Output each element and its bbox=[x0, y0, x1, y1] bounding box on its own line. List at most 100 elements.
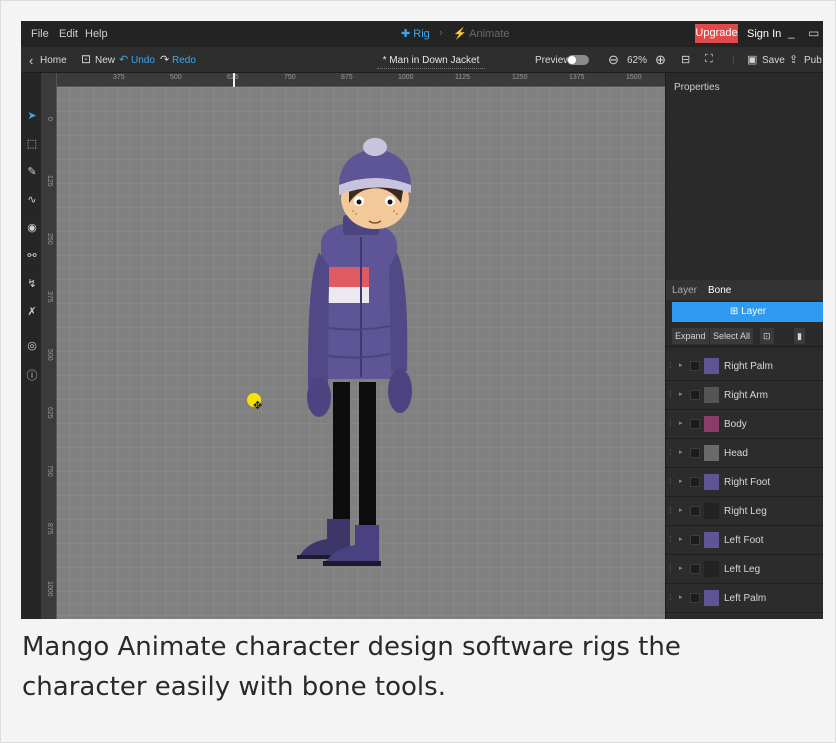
layer-row[interactable]: ⁞ ▸ Head bbox=[666, 439, 823, 468]
publish-icon: ⇪ bbox=[789, 54, 799, 66]
delete-pointer-icon[interactable]: ✗ bbox=[25, 305, 39, 319]
ruler-position-marker bbox=[233, 73, 235, 87]
expand-arrow-icon[interactable]: ▸ bbox=[679, 564, 683, 572]
ruler-top-label: 1000 bbox=[398, 74, 414, 81]
expand-arrow-icon[interactable]: ▸ bbox=[679, 535, 683, 543]
drag-handle-icon[interactable]: ⁞ bbox=[669, 361, 671, 370]
home-button[interactable]: Home bbox=[40, 55, 67, 66]
document-title[interactable]: * Man in Down Jacket bbox=[377, 55, 485, 69]
app-window: File Edit Help ✚ Rig › ⚡ Animate Upgrade… bbox=[21, 21, 823, 619]
stage-canvas[interactable]: ✥ bbox=[57, 87, 665, 619]
layer-row[interactable]: ⁞ ▸ Right Palm bbox=[666, 352, 823, 381]
drag-handle-icon[interactable]: ⁞ bbox=[669, 593, 671, 602]
redo-icon: ↷ bbox=[160, 54, 170, 66]
drag-handle-icon[interactable]: ⁞ bbox=[669, 390, 671, 399]
drag-handle-icon[interactable]: ⁞ bbox=[669, 564, 671, 573]
layer-row[interactable]: ⁞ ▸ Right Foot bbox=[666, 468, 823, 497]
drag-handle-icon[interactable]: ⁞ bbox=[669, 419, 671, 428]
menu-file[interactable]: File bbox=[31, 28, 49, 40]
select-all-button[interactable]: Select All bbox=[710, 328, 754, 344]
fullscreen-icon[interactable]: ⛶ bbox=[705, 53, 713, 66]
character-illustration[interactable] bbox=[57, 87, 665, 619]
layer-thumbnail bbox=[704, 561, 719, 577]
group-icon[interactable]: ⊡ bbox=[760, 328, 774, 344]
ruler-top-label: 1125 bbox=[455, 74, 471, 81]
right-panel: Properties Layer Bone ⊞ Layer Expand Sel… bbox=[665, 73, 823, 619]
expand-button[interactable]: Expand bbox=[672, 328, 709, 344]
left-arm[interactable] bbox=[389, 253, 408, 371]
layer-row[interactable]: ⁞ ▸ Body bbox=[666, 410, 823, 439]
ruler-left-label: 875 bbox=[46, 523, 53, 535]
layer-checkbox[interactable] bbox=[690, 535, 700, 545]
mode-animate[interactable]: ⚡ Animate bbox=[453, 27, 510, 40]
add-bone-icon[interactable]: ✎ bbox=[25, 165, 39, 179]
help-icon[interactable]: ⓘ bbox=[25, 367, 39, 382]
layer-checkbox[interactable] bbox=[690, 564, 700, 574]
toolbar-divider: | bbox=[732, 55, 735, 66]
minimize-icon[interactable]: _ bbox=[788, 25, 795, 39]
layer-checkbox[interactable] bbox=[690, 593, 700, 603]
layer-checkbox[interactable] bbox=[690, 390, 700, 400]
expand-arrow-icon[interactable]: ▸ bbox=[679, 390, 683, 398]
publish-button[interactable]: Pub bbox=[804, 55, 822, 66]
add-layer-button[interactable]: ⊞ Layer bbox=[672, 302, 823, 322]
bind-icon[interactable]: ⚯ bbox=[25, 249, 39, 263]
redo-button[interactable]: Redo bbox=[172, 55, 196, 66]
new-button[interactable]: New bbox=[95, 55, 115, 66]
layer-row[interactable]: ⁞ ▸ Right Leg bbox=[666, 497, 823, 526]
drag-handle-icon[interactable]: ⁞ bbox=[669, 506, 671, 515]
layer-row[interactable]: ⁞ ▸ Left Leg bbox=[666, 555, 823, 584]
expand-arrow-icon[interactable]: ▸ bbox=[679, 506, 683, 514]
expand-arrow-icon[interactable]: ▸ bbox=[679, 593, 683, 601]
menu-help[interactable]: Help bbox=[85, 28, 108, 40]
curve-bone-icon[interactable]: ∿ bbox=[25, 193, 39, 207]
jacket-stripe-white bbox=[325, 287, 369, 303]
delete-layer-icon[interactable]: ▮ bbox=[794, 328, 805, 344]
layer-row[interactable]: ⁞ ▸ Left Palm bbox=[666, 584, 823, 613]
drag-handle-icon[interactable]: ⁞ bbox=[669, 477, 671, 486]
add-joint-icon[interactable]: ◉ bbox=[25, 221, 39, 235]
drag-handle-icon[interactable]: ⁞ bbox=[669, 448, 671, 457]
left-palm[interactable] bbox=[388, 369, 412, 413]
select-arrow-icon[interactable]: ➤ bbox=[25, 109, 39, 123]
menu-edit[interactable]: Edit bbox=[59, 28, 78, 40]
layer-row[interactable]: ⁞ ▸ Left Foot bbox=[666, 526, 823, 555]
sign-in-button[interactable]: Sign In bbox=[747, 28, 781, 40]
right-palm[interactable] bbox=[307, 377, 331, 417]
drag-handle-icon[interactable]: ⁞ bbox=[669, 535, 671, 544]
ruler-left-label: 0 bbox=[46, 117, 53, 121]
left-leg[interactable] bbox=[333, 382, 350, 542]
layer-checkbox[interactable] bbox=[690, 419, 700, 429]
save-icon: ▣ bbox=[747, 54, 758, 66]
marquee-select-icon[interactable]: ⬚ bbox=[25, 137, 39, 151]
layer-row[interactable]: ⁞ ▸ Right Arm bbox=[666, 381, 823, 410]
undo-button[interactable]: Undo bbox=[131, 55, 155, 66]
zoom-out-icon[interactable]: ⊖ bbox=[608, 52, 619, 68]
path-icon[interactable]: ↯ bbox=[25, 277, 39, 291]
layer-checkbox[interactable] bbox=[690, 361, 700, 371]
maximize-icon[interactable]: ▭ bbox=[808, 26, 819, 40]
fit-icon[interactable]: ⊟ bbox=[681, 53, 690, 66]
expand-arrow-icon[interactable]: ▸ bbox=[679, 419, 683, 427]
expand-arrow-icon[interactable]: ▸ bbox=[679, 361, 683, 369]
layer-checkbox[interactable] bbox=[690, 506, 700, 516]
layer-thumbnail bbox=[704, 503, 719, 519]
right-leg[interactable] bbox=[359, 382, 376, 542]
save-button[interactable]: Save bbox=[762, 55, 785, 66]
expand-arrow-icon[interactable]: ▸ bbox=[679, 477, 683, 485]
preview-toggle[interactable] bbox=[567, 55, 589, 65]
upgrade-button[interactable]: Upgrade bbox=[695, 24, 738, 43]
layer-checkbox[interactable] bbox=[690, 477, 700, 487]
tab-bone[interactable]: Bone bbox=[708, 285, 731, 296]
mode-rig[interactable]: ✚ Rig bbox=[401, 27, 430, 40]
zoom-in-icon[interactable]: ⊕ bbox=[655, 52, 666, 68]
expand-arrow-icon[interactable]: ▸ bbox=[679, 448, 683, 456]
tab-layer[interactable]: Layer bbox=[672, 285, 697, 296]
layer-row[interactable]: ⁞▸Left Arm bbox=[666, 613, 823, 619]
layer-checkbox[interactable] bbox=[690, 448, 700, 458]
visibility-icon[interactable]: ◎ bbox=[25, 339, 39, 353]
layer-name: Head bbox=[724, 448, 748, 459]
head[interactable] bbox=[339, 138, 411, 229]
chevron-right-icon: › bbox=[439, 27, 443, 39]
ruler-top-label: 875 bbox=[341, 74, 353, 81]
